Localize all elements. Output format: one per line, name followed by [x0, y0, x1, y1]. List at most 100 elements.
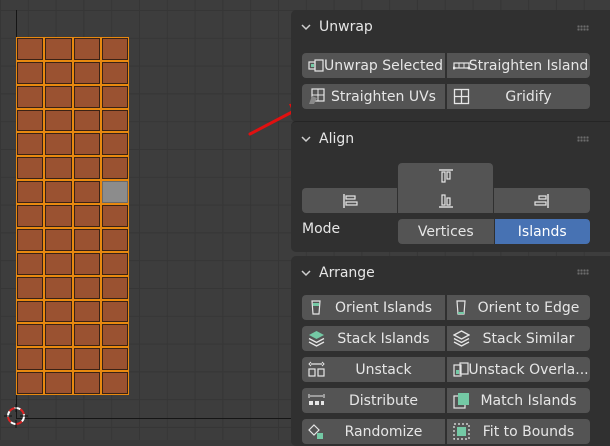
- gridify-button[interactable]: Gridify: [447, 84, 590, 109]
- randomize-button[interactable]: Randomize: [302, 419, 445, 444]
- uv-face[interactable]: [45, 372, 72, 394]
- arrange-panel: Arrange Orient Islands Orient to Edge St…: [291, 256, 610, 446]
- uv-face[interactable]: [101, 348, 128, 371]
- uv-face[interactable]: [45, 38, 72, 60]
- fit-bounds-icon: [453, 423, 470, 440]
- uv-face[interactable]: [73, 205, 100, 227]
- uv-island-grid[interactable]: [16, 37, 129, 395]
- uv-face[interactable]: [73, 181, 100, 204]
- uv-face[interactable]: [17, 157, 44, 180]
- orient-to-edge-button[interactable]: Orient to Edge: [447, 295, 590, 320]
- straighten-island-button[interactable]: Straighten Island: [447, 53, 590, 78]
- arrange-panel-header[interactable]: Arrange: [291, 256, 610, 290]
- mode-islands-option[interactable]: Islands: [494, 219, 590, 244]
- uv-face[interactable]: [73, 228, 100, 251]
- uv-face[interactable]: [17, 324, 44, 347]
- uv-face[interactable]: [101, 133, 128, 156]
- uv-face[interactable]: [45, 61, 72, 84]
- orient-islands-button[interactable]: Orient Islands: [302, 295, 445, 320]
- drag-handle-icon[interactable]: [577, 136, 589, 142]
- unstack-overlap-icon: [453, 362, 469, 377]
- unwrap-panel-header[interactable]: Unwrap: [291, 10, 610, 44]
- uv-face[interactable]: [45, 252, 72, 275]
- distribute-button[interactable]: Distribute: [302, 388, 445, 413]
- uv-face[interactable]: [17, 109, 44, 132]
- uv-face[interactable]: [45, 324, 72, 347]
- uv-face[interactable]: [73, 38, 100, 60]
- uv-face[interactable]: [17, 205, 44, 227]
- randomize-label: Randomize: [344, 423, 423, 440]
- uv-face[interactable]: [73, 85, 100, 108]
- uv-face[interactable]: [17, 348, 44, 371]
- drag-handle-icon[interactable]: [577, 269, 589, 275]
- uv-face[interactable]: [17, 228, 44, 251]
- uv-face[interactable]: [73, 252, 100, 275]
- uv-face[interactable]: [17, 181, 44, 204]
- uv-face[interactable]: [45, 348, 72, 371]
- uv-face[interactable]: [101, 85, 128, 108]
- uv-face[interactable]: [45, 228, 72, 251]
- uv-face[interactable]: [73, 157, 100, 180]
- uv-face[interactable]: [45, 85, 72, 108]
- uv-face[interactable]: [45, 157, 72, 180]
- align-center-button[interactable]: [398, 188, 493, 213]
- uv-face[interactable]: [73, 300, 100, 323]
- uv-face[interactable]: [45, 205, 72, 227]
- chevron-down-icon: [301, 24, 311, 31]
- unstack-overlapped-button[interactable]: Unstack Overla...: [447, 357, 590, 382]
- uv-face[interactable]: [45, 300, 72, 323]
- drag-handle-icon[interactable]: [577, 25, 589, 31]
- uv-face[interactable]: [17, 372, 44, 394]
- uv-face[interactable]: [101, 205, 128, 227]
- match-islands-button[interactable]: Match Islands: [447, 388, 590, 413]
- uv-face[interactable]: [101, 61, 128, 84]
- unstack-button[interactable]: Unstack: [302, 357, 445, 382]
- uv-face[interactable]: [73, 276, 100, 299]
- align-left-button[interactable]: [302, 188, 397, 213]
- uv-face[interactable]: [101, 276, 128, 299]
- uv-face[interactable]: [17, 61, 44, 84]
- align-panel-header[interactable]: Align: [291, 122, 610, 156]
- uv-face[interactable]: [101, 109, 128, 132]
- uv-face[interactable]: [73, 109, 100, 132]
- uv-face[interactable]: [45, 181, 72, 204]
- stack-islands-button[interactable]: Stack Islands: [302, 326, 445, 351]
- uv-face[interactable]: [73, 133, 100, 156]
- straighten-uvs-button[interactable]: Straighten UVs: [302, 84, 445, 109]
- uv-face[interactable]: [101, 38, 128, 60]
- align-right-button[interactable]: [494, 188, 590, 213]
- stack-islands-label: Stack Islands: [337, 330, 430, 347]
- stack-similar-icon: [453, 330, 470, 347]
- uv-face[interactable]: [45, 276, 72, 299]
- uv-face[interactable]: [101, 228, 128, 251]
- uv-face[interactable]: [17, 85, 44, 108]
- mode-vertices-option[interactable]: Vertices: [398, 219, 494, 244]
- 2d-cursor-icon[interactable]: [4, 404, 28, 428]
- uv-face-selected[interactable]: [101, 181, 128, 204]
- uv-face[interactable]: [17, 38, 44, 60]
- orient-to-edge-label: Orient to Edge: [477, 299, 580, 316]
- orient-edge-icon: [456, 300, 466, 315]
- uv-face[interactable]: [17, 276, 44, 299]
- align-right-icon: [534, 193, 549, 208]
- uv-face[interactable]: [101, 157, 128, 180]
- uv-face[interactable]: [73, 348, 100, 371]
- align-top-button[interactable]: [398, 163, 493, 188]
- uv-face[interactable]: [73, 372, 100, 394]
- uv-face[interactable]: [101, 372, 128, 394]
- uv-face[interactable]: [101, 324, 128, 347]
- uv-face[interactable]: [17, 300, 44, 323]
- fit-to-bounds-button[interactable]: Fit to Bounds: [447, 419, 590, 444]
- chevron-down-icon: [301, 136, 311, 143]
- uv-face[interactable]: [101, 300, 128, 323]
- uv-face[interactable]: [45, 109, 72, 132]
- unwrap-selected-button[interactable]: Unwrap Selected: [302, 53, 445, 78]
- uv-face[interactable]: [73, 324, 100, 347]
- uv-face[interactable]: [17, 252, 44, 275]
- uv-face[interactable]: [17, 133, 44, 156]
- uv-face[interactable]: [73, 61, 100, 84]
- uv-face[interactable]: [45, 133, 72, 156]
- match-islands-icon: [453, 393, 469, 409]
- stack-similar-button[interactable]: Stack Similar: [447, 326, 590, 351]
- uv-face[interactable]: [101, 252, 128, 275]
